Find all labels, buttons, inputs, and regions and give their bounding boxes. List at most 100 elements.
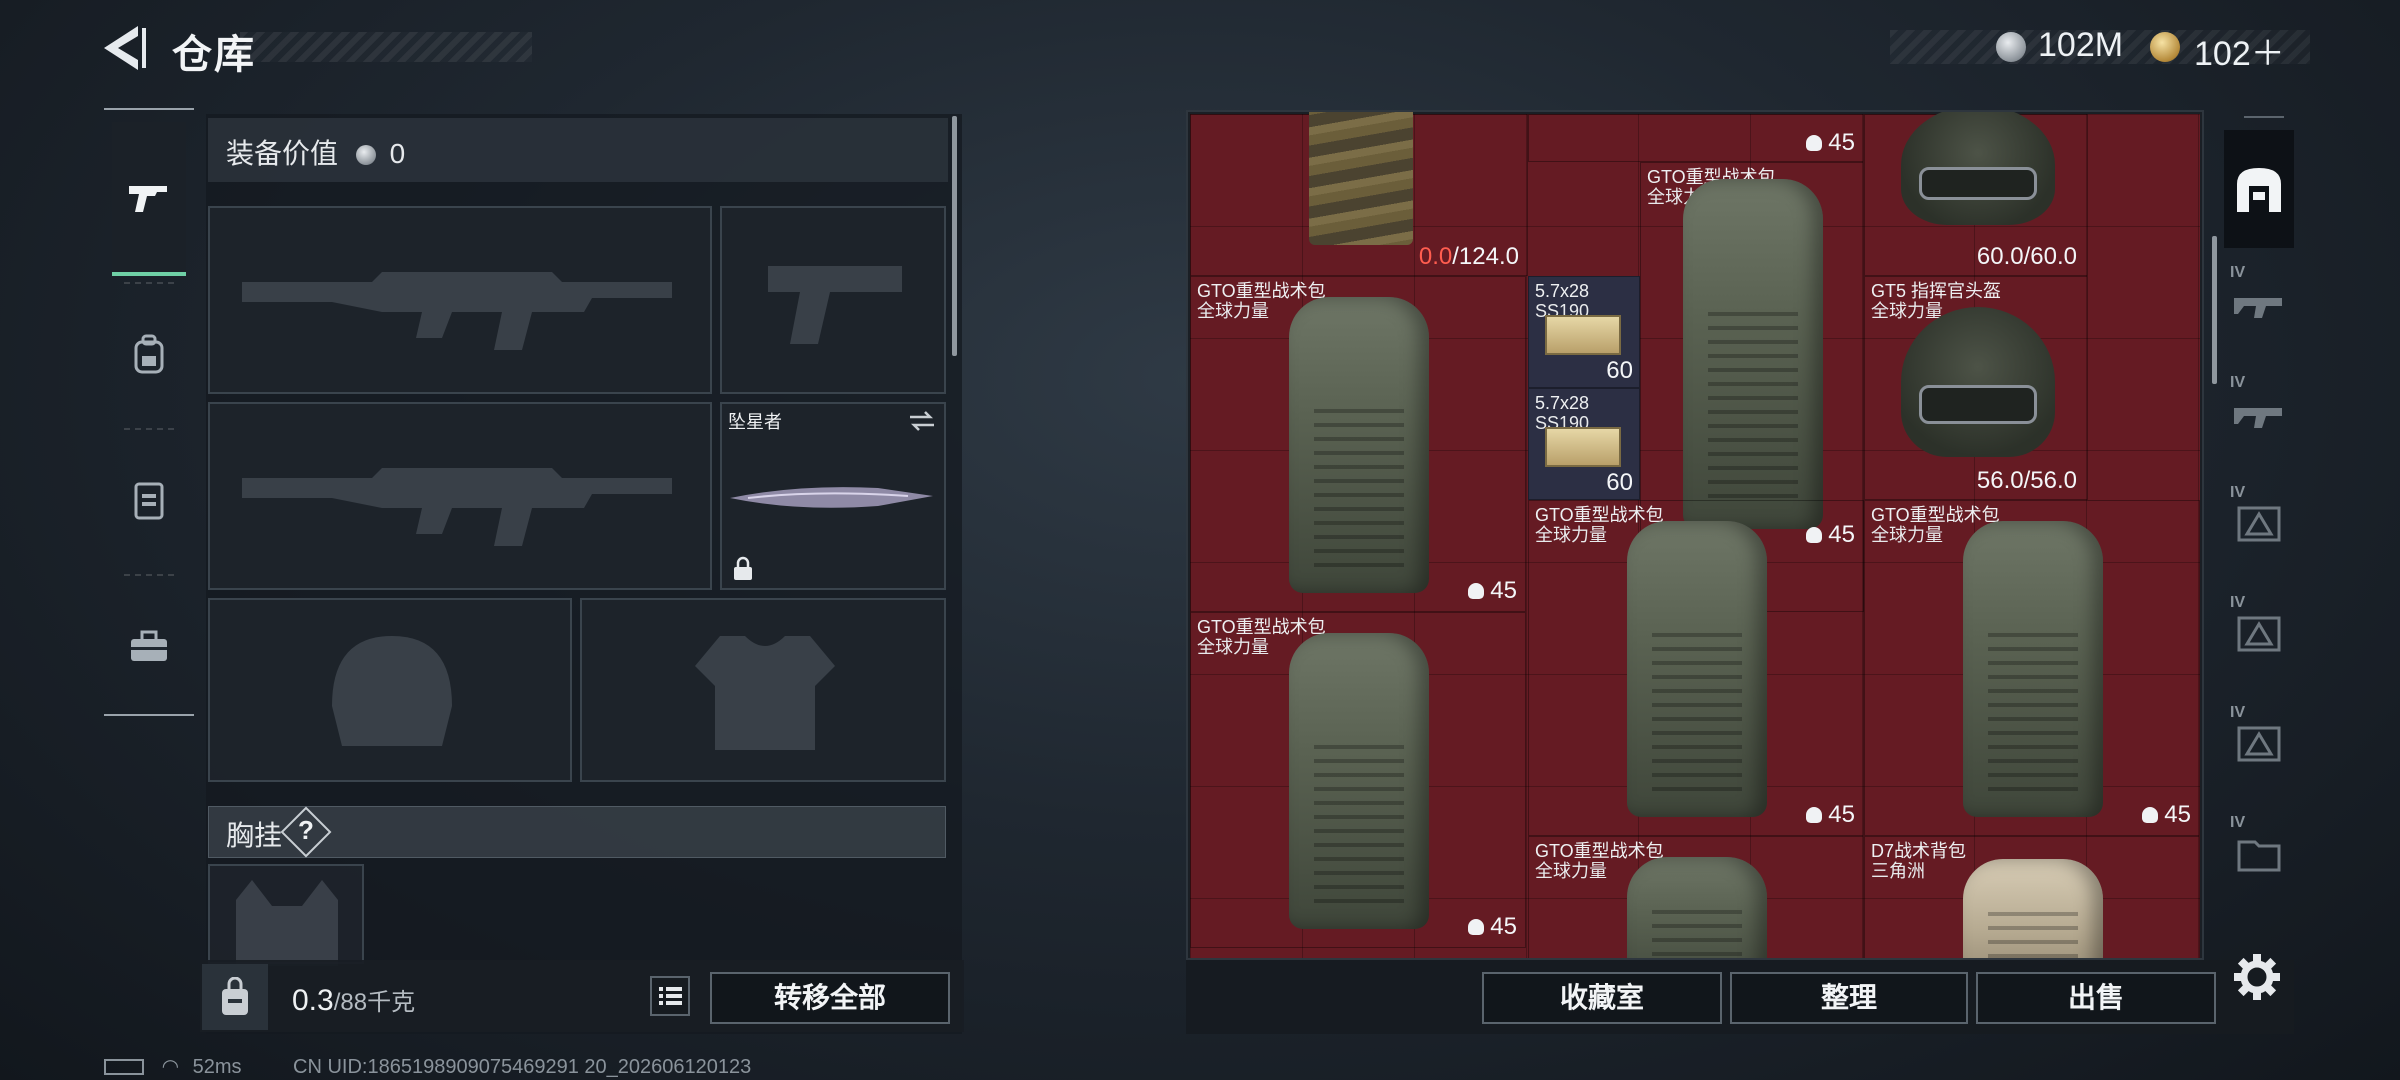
item-quantity: 45 <box>1806 801 1855 829</box>
tab-divider <box>124 282 174 284</box>
list-view-button[interactable] <box>650 976 690 1016</box>
rifle-silhouette-icon <box>242 468 672 546</box>
list-icon <box>659 987 682 1005</box>
stash-item-backpack[interactable]: GTO重型战术包 全球力量 45 <box>1864 500 2200 836</box>
melee-slot[interactable]: 坠星者 <box>720 402 946 590</box>
stash-item-helmet[interactable]: GT5 指挥官头盔 全球力量 56.0/56.0 <box>1864 276 2088 500</box>
rifle-silhouette-icon <box>242 272 672 350</box>
stash-tab[interactable]: IV <box>2224 804 2294 904</box>
armor-vest-image <box>1309 112 1413 245</box>
item-quantity: 45 <box>2142 801 2191 829</box>
stack-icon <box>1468 583 1485 599</box>
carry-weight-max: /88千克 <box>333 989 416 1016</box>
tab-level: IV <box>2230 814 2246 831</box>
back-button[interactable] <box>100 22 148 74</box>
gold-currency[interactable]: 102＋ <box>2194 26 2285 75</box>
armor-slot[interactable] <box>580 598 946 782</box>
item-quantity-value: 45 <box>1828 801 1855 828</box>
transfer-all-button[interactable]: 转移全部 <box>710 972 950 1024</box>
stash-item-top-center[interactable]: 45 <box>1528 114 1864 162</box>
tab-level: IV <box>2230 484 2246 501</box>
stash-item-armor-top[interactable]: 0.0/124.0 <box>1190 112 1528 276</box>
melee-name: 坠星者 <box>728 412 782 432</box>
backpack-icon <box>134 334 164 374</box>
item-name: GTO重型战术包 <box>1535 841 1664 861</box>
stash-item-backpack[interactable]: GTO重型战术包 全球力量 45 <box>1190 276 1526 612</box>
status-bar: ◠ 52ms CN UID:1865198909075469291 20_202… <box>104 1054 751 1079</box>
tab-backpack[interactable] <box>112 294 186 414</box>
gun-icon <box>129 186 167 212</box>
gear-value: 装备价值 0 <box>226 132 405 172</box>
carry-weight: 0.3/88千克 <box>292 982 415 1018</box>
item-name: GT5 指挥官头盔 <box>1871 281 2002 301</box>
wifi-icon: ◠ <box>161 1056 180 1078</box>
armor-durability-current: 0.0 <box>1418 243 1453 270</box>
rifle-icon <box>2234 408 2282 428</box>
stash-tab[interactable]: IV <box>2224 694 2294 794</box>
item-sub: 全球力量 <box>1197 637 1269 657</box>
tab-weapons[interactable] <box>112 122 186 276</box>
primary-weapon-slot[interactable] <box>208 206 712 394</box>
tab-tools[interactable] <box>112 586 186 706</box>
item-sub: 全球力量 <box>1535 525 1607 545</box>
item-name: 5.7x28 <box>1535 281 1590 301</box>
back-arrow-icon <box>104 26 146 70</box>
backpack-image <box>1963 859 2103 958</box>
gear-value-amount: 0 <box>389 138 406 169</box>
helmet-slot[interactable] <box>208 598 572 782</box>
carry-weight-current: 0.3 <box>292 984 334 1017</box>
item-sub: 全球力量 <box>1535 861 1607 881</box>
stash-item-helmet-top[interactable]: 60.0/60.0 <box>1864 112 2088 276</box>
item-sub: 三角洲 <box>1871 861 1925 881</box>
stash-tab[interactable]: IV <box>2224 364 2294 464</box>
item-name: GTO重型战术包 <box>1535 505 1664 525</box>
stash-tab[interactable]: IV <box>2224 474 2294 574</box>
helmet-durability: 56.0/56.0 <box>1976 467 2077 494</box>
chest-rig-label: 胸挂 <box>226 820 283 851</box>
stash-item-backpack[interactable]: GTO重型战术包 全球力量 45 <box>1528 500 1864 836</box>
chest-rig-slot[interactable] <box>208 864 364 966</box>
gear-value-label: 装备价值 <box>226 138 339 169</box>
settings-button[interactable] <box>2232 952 2282 1002</box>
weight-icon <box>222 977 248 1015</box>
stash-tab[interactable]: IV <box>2224 584 2294 684</box>
loadout-scrollbar[interactable] <box>952 116 957 356</box>
armor-durability: 0.0/124.0 <box>1419 243 1519 271</box>
stash-scrollbar[interactable] <box>2212 236 2217 384</box>
stash-item-backpack[interactable]: GTO重型战术包 全球力量 45 <box>1190 612 1526 948</box>
stash-tabs: IV IV IV IV IV IV <box>2224 116 2294 946</box>
tab-divider <box>2244 116 2284 118</box>
stash-tab-main[interactable] <box>2224 130 2294 248</box>
backpack-image <box>1683 179 1823 529</box>
backpack-image <box>1289 633 1429 929</box>
pistol-slot[interactable] <box>720 206 946 394</box>
gear-icon <box>2234 954 2280 1000</box>
stash-item-backpack[interactable]: D7战术背包 三角洲 <box>1864 836 2200 958</box>
stash-item-ammo[interactable]: 5.7x28 SS190 60 <box>1528 388 1640 500</box>
item-quantity: 45 <box>1806 129 1855 157</box>
helmet-image <box>1901 307 2055 457</box>
stash-item-backpack[interactable]: GTO重型战术包 全球力量 <box>1528 836 1864 958</box>
tab-armor[interactable] <box>112 440 186 560</box>
stash-tab[interactable]: IV <box>2224 254 2294 354</box>
item-quantity: 60 <box>1606 469 1633 496</box>
item-quantity-value: 45 <box>1490 913 1517 940</box>
collection-room-button[interactable]: 收藏室 <box>1482 972 1722 1024</box>
backpack-image <box>1963 521 2103 817</box>
knife-icon <box>730 487 933 508</box>
stash-item-ammo[interactable]: 5.7x28 SS190 60 <box>1528 276 1640 388</box>
sell-button[interactable]: 出售 <box>1976 972 2216 1024</box>
item-sub: 全球力量 <box>1197 301 1269 321</box>
folder-icon <box>2237 840 2281 872</box>
item-sub: 全球力量 <box>1871 525 1943 545</box>
swap-icon[interactable] <box>908 410 936 432</box>
organize-button[interactable]: 整理 <box>1730 972 1968 1024</box>
backpack-image <box>1289 297 1429 593</box>
item-quantity-value: 45 <box>1490 577 1517 604</box>
silver-currency[interactable]: 102M <box>2038 26 2123 65</box>
secondary-weapon-slot[interactable] <box>208 402 712 590</box>
item-name: GTO重型战术包 <box>1197 617 1326 637</box>
stash-grid[interactable]: 0.0/124.0 45 60.0/60.0 GTO重型战术包 全球力量 45 … <box>1186 110 2204 960</box>
backpack-image <box>1627 857 1767 958</box>
help-icon[interactable]: ? <box>298 815 314 846</box>
